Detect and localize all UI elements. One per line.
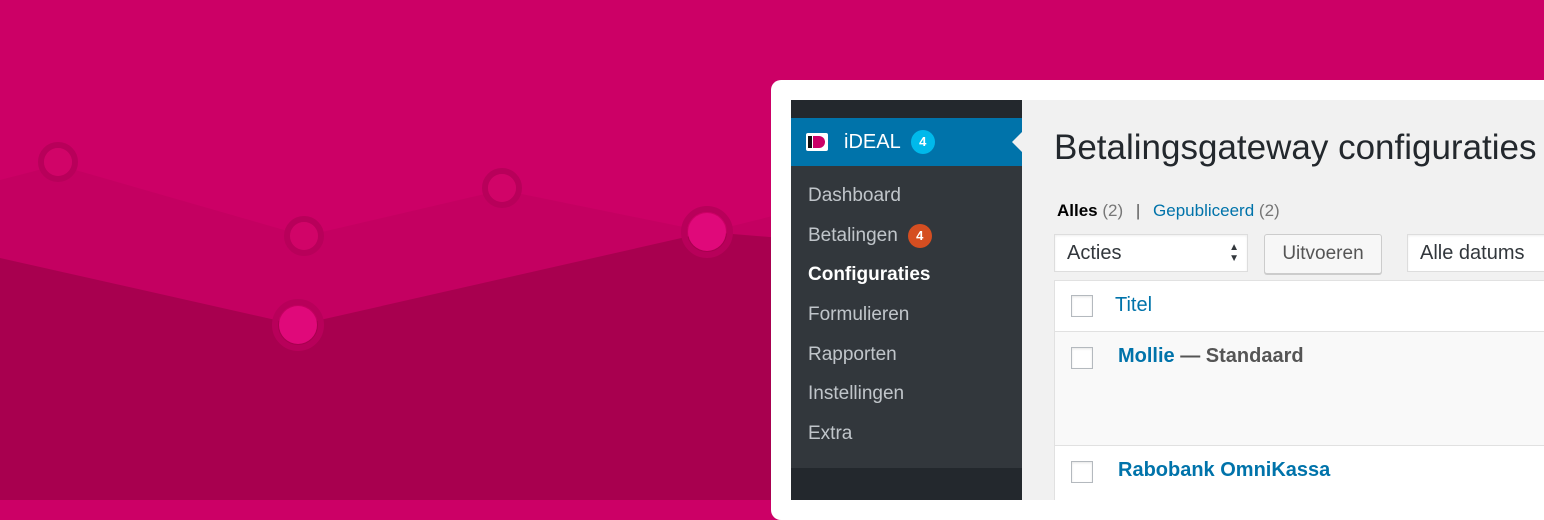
submenu-item-rapporten[interactable]: Rapporten [791,335,1022,375]
submenu-item-extra[interactable]: Extra [791,414,1022,454]
apply-button[interactable]: Uitvoeren [1264,234,1382,274]
submenu-item-formulieren[interactable]: Formulieren [791,295,1022,335]
bulk-actions-select[interactable]: Acties ▲ ▼ [1054,234,1248,272]
table-row: Rabobank OmniKassa [1054,446,1544,500]
row-title-link[interactable]: Rabobank OmniKassa [1118,459,1330,481]
filter-all-count: (2) [1102,201,1124,220]
column-header-title[interactable]: Titel [1115,294,1152,317]
plugin-submenu: Dashboard Betalingen 4 Configuraties For… [791,176,1022,454]
sidebar-top-bar [791,100,1022,118]
status-filter-links: Alles (2) | Gepubliceerd (2) [1057,201,1280,221]
update-count-badge: 4 [910,130,935,154]
main-content: Betalingsgateway configuraties Alles (2)… [1022,100,1544,500]
admin-sidebar: iDEAL 4 Dashboard Betalingen 4 Configura… [791,100,1022,500]
submenu-item-label: Dashboard [808,184,901,206]
configurations-table: Titel Mollie — Standaard Rabobank OmniKa… [1054,280,1544,500]
submenu-item-label: Configuraties [808,264,931,286]
date-filter-selected: Alle datums [1420,242,1525,264]
sidebar-item-ideal[interactable]: iDEAL 4 [791,118,1022,166]
submenu-item-label: Betalingen [808,224,898,246]
select-all-checkbox[interactable] [1071,295,1093,317]
row-title: Rabobank OmniKassa [1118,459,1330,482]
filter-published-count: (2) [1258,201,1280,220]
payments-count-badge: 4 [907,223,932,248]
sidebar-item-label: iDEAL [844,130,901,153]
row-title-link[interactable]: Mollie [1118,345,1175,367]
filter-separator: | [1135,201,1141,220]
table-header-row: Titel [1054,280,1544,332]
submenu-item-dashboard[interactable]: Dashboard [791,176,1022,216]
filter-all-link[interactable]: Alles [1057,201,1098,220]
select-arrows-icon: ▲ ▼ [1229,242,1239,264]
submenu-item-betalingen[interactable]: Betalingen 4 [791,216,1022,256]
submenu-item-label: Formulieren [808,303,910,325]
submenu-item-label: Instellingen [808,383,905,405]
ideal-logo-icon [806,133,828,151]
row-post-state: — Standaard [1174,345,1304,367]
submenu-item-instellingen[interactable]: Instellingen [791,374,1022,414]
wp-admin-screen: iDEAL 4 Dashboard Betalingen 4 Configura… [791,100,1544,500]
submenu-item-label: Rapporten [808,343,897,365]
submenu-item-configuraties[interactable]: Configuraties [791,255,1022,295]
submenu-item-label: Extra [808,422,853,444]
date-filter-select[interactable]: Alle datums [1407,234,1544,272]
row-title: Mollie — Standaard [1118,345,1304,368]
row-checkbox[interactable] [1071,461,1093,483]
page-title: Betalingsgateway configuraties [1054,128,1537,167]
bulk-actions-selected: Acties [1067,242,1122,264]
row-checkbox[interactable] [1071,347,1093,369]
table-row: Mollie — Standaard [1054,332,1544,446]
filter-published-link[interactable]: Gepubliceerd [1153,201,1254,220]
sidebar-bottom-section [791,468,1022,500]
